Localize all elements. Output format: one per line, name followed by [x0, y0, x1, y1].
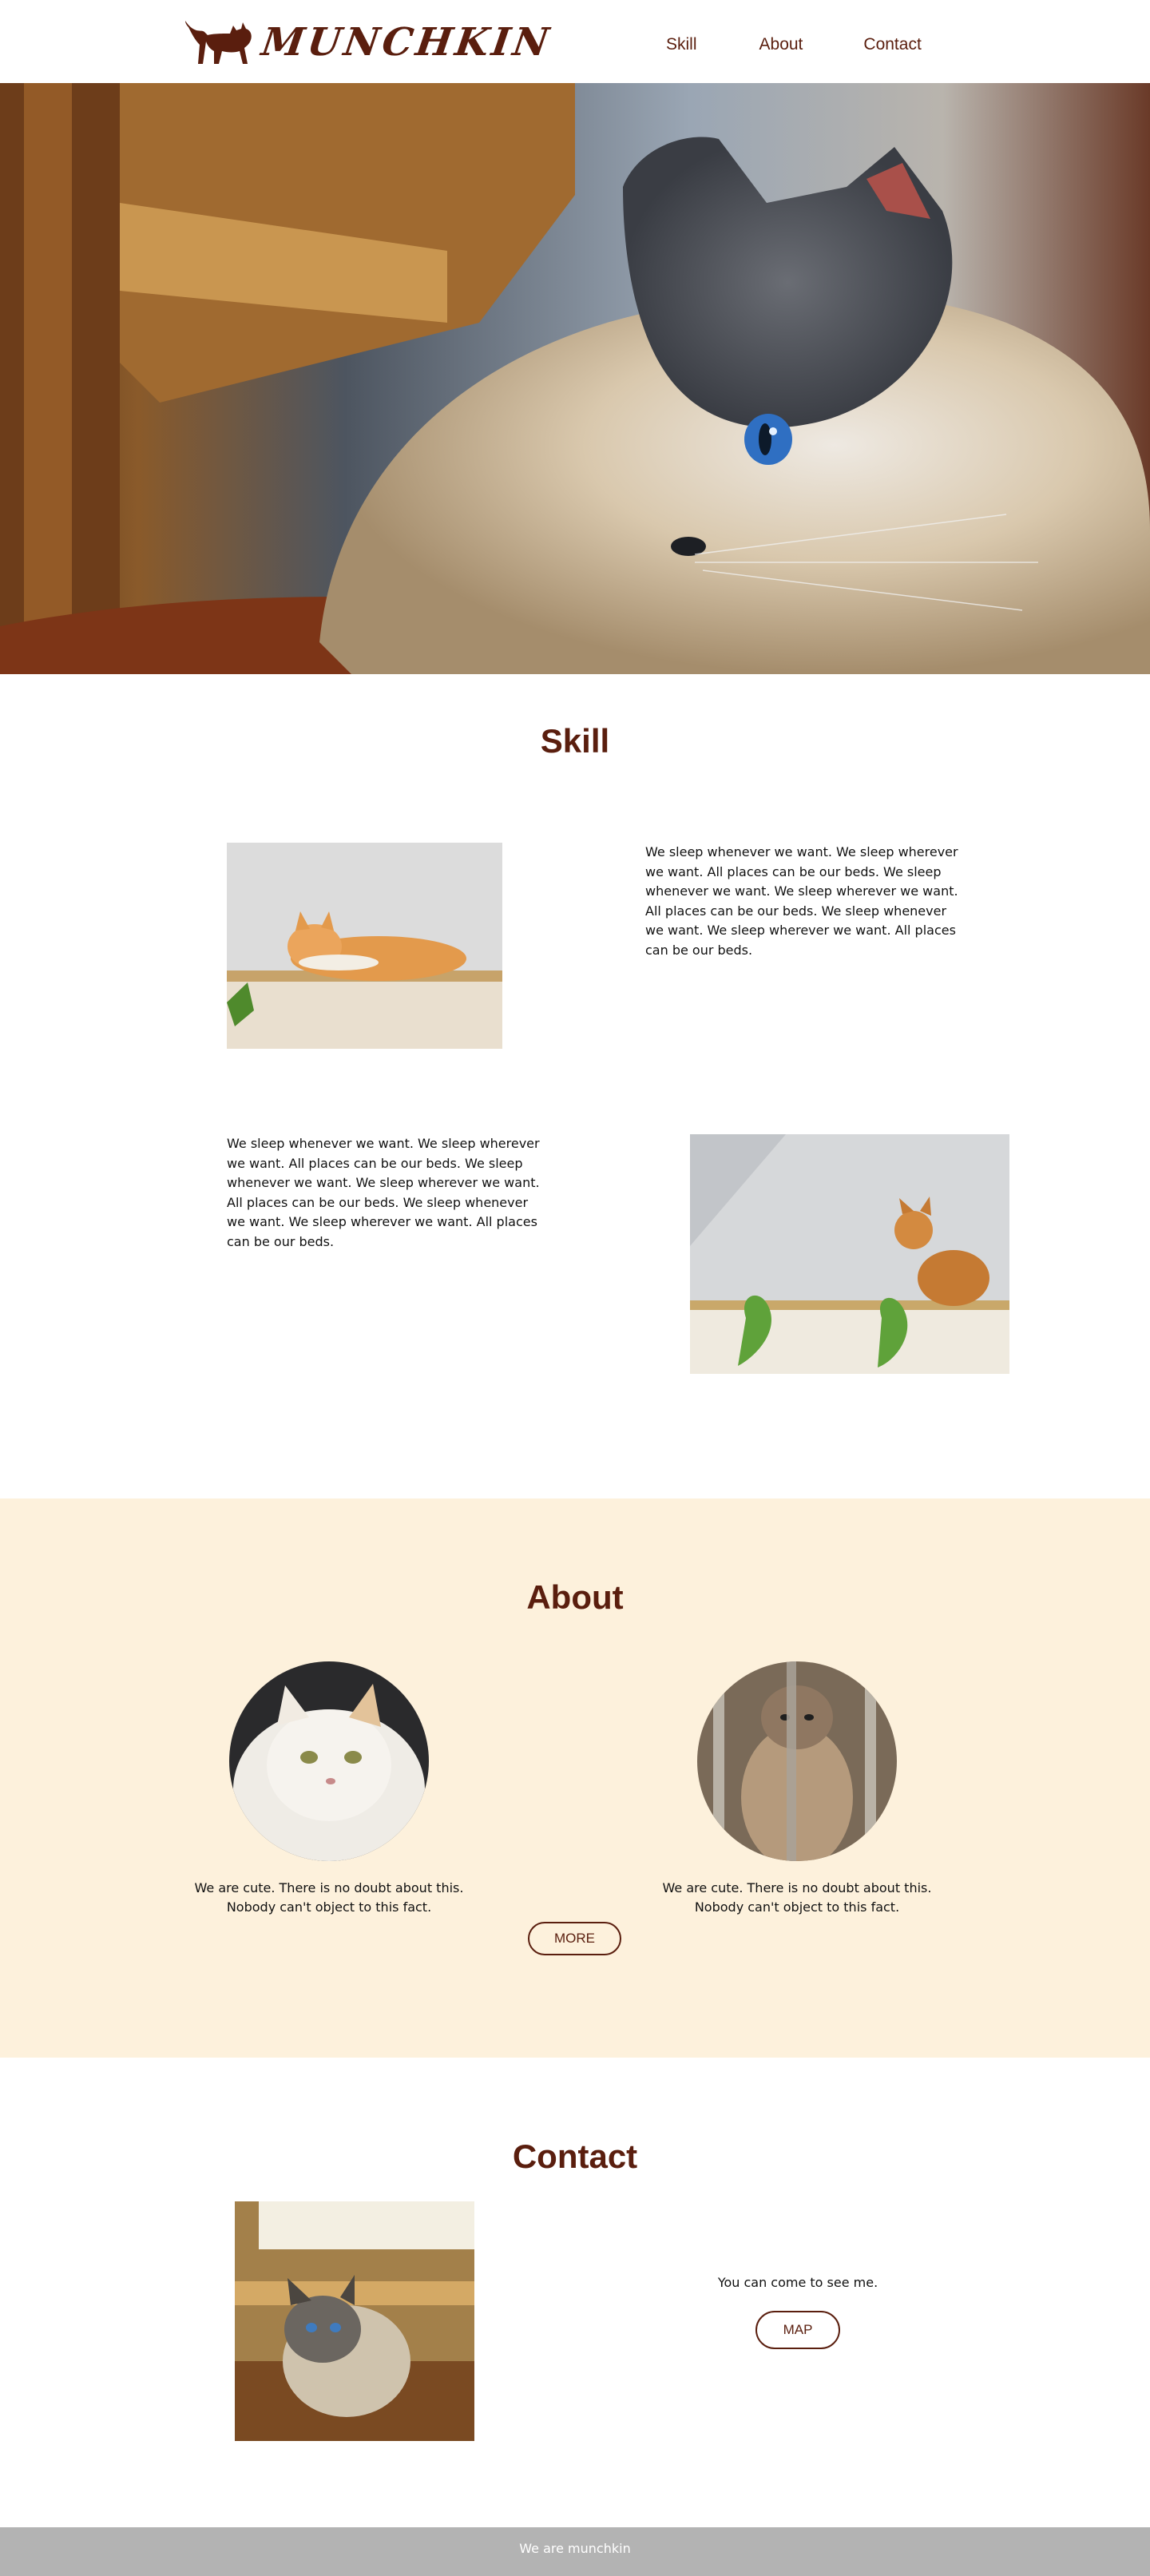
contact-text: You can come to see me.	[717, 2275, 878, 2290]
hero-cat-photo	[0, 83, 1150, 674]
about-title: About	[526, 1578, 624, 1616]
contact-title: Contact	[512, 2137, 638, 2175]
white-cat-avatar	[229, 1661, 429, 1861]
about-caption-2: We are cute. There is no doubt about thi…	[662, 1880, 932, 1915]
skill-text-1: We sleep whenever we want. We sleep wher…	[645, 844, 958, 958]
skill-text-2: We sleep whenever we want. We sleep wher…	[227, 1136, 540, 1249]
nav-contact[interactable]: Contact	[863, 35, 921, 54]
brand-name: MUNCHKIN	[259, 20, 555, 65]
site-header: MUNCHKIN Skill About Contact	[0, 0, 1150, 83]
sleeping-cat-photo	[227, 843, 502, 1049]
map-button[interactable]: MAP	[755, 2311, 840, 2349]
contact-cat-photo	[235, 2201, 474, 2441]
nav-about[interactable]: About	[759, 35, 803, 54]
about-section: About We are cute. There is no doubt abo…	[0, 1498, 1150, 2058]
page: MUNCHKIN Skill About Contact Skill We sl…	[0, 0, 1150, 2576]
cat-logo-icon	[185, 21, 252, 64]
sitting-cat-photo	[690, 1134, 1009, 1374]
about-caption-1: We are cute. There is no doubt about thi…	[194, 1880, 464, 1915]
nav-skill[interactable]: Skill	[666, 35, 697, 54]
site-footer: We are munchkin	[0, 2527, 1150, 2576]
skill-section: Skill We sleep whenever we want. We slee…	[0, 674, 1150, 1498]
main-nav: Skill About Contact	[666, 35, 922, 54]
hero-image	[0, 83, 1150, 674]
logo[interactable]: MUNCHKIN	[184, 18, 555, 67]
more-button[interactable]: MORE	[528, 1922, 621, 1955]
contact-section: Contact You can come to see me. MAP	[0, 2058, 1150, 2527]
footer-text: We are munchkin	[519, 2541, 631, 2556]
fluffy-cat-avatar	[697, 1661, 897, 1861]
skill-title: Skill	[540, 722, 610, 760]
